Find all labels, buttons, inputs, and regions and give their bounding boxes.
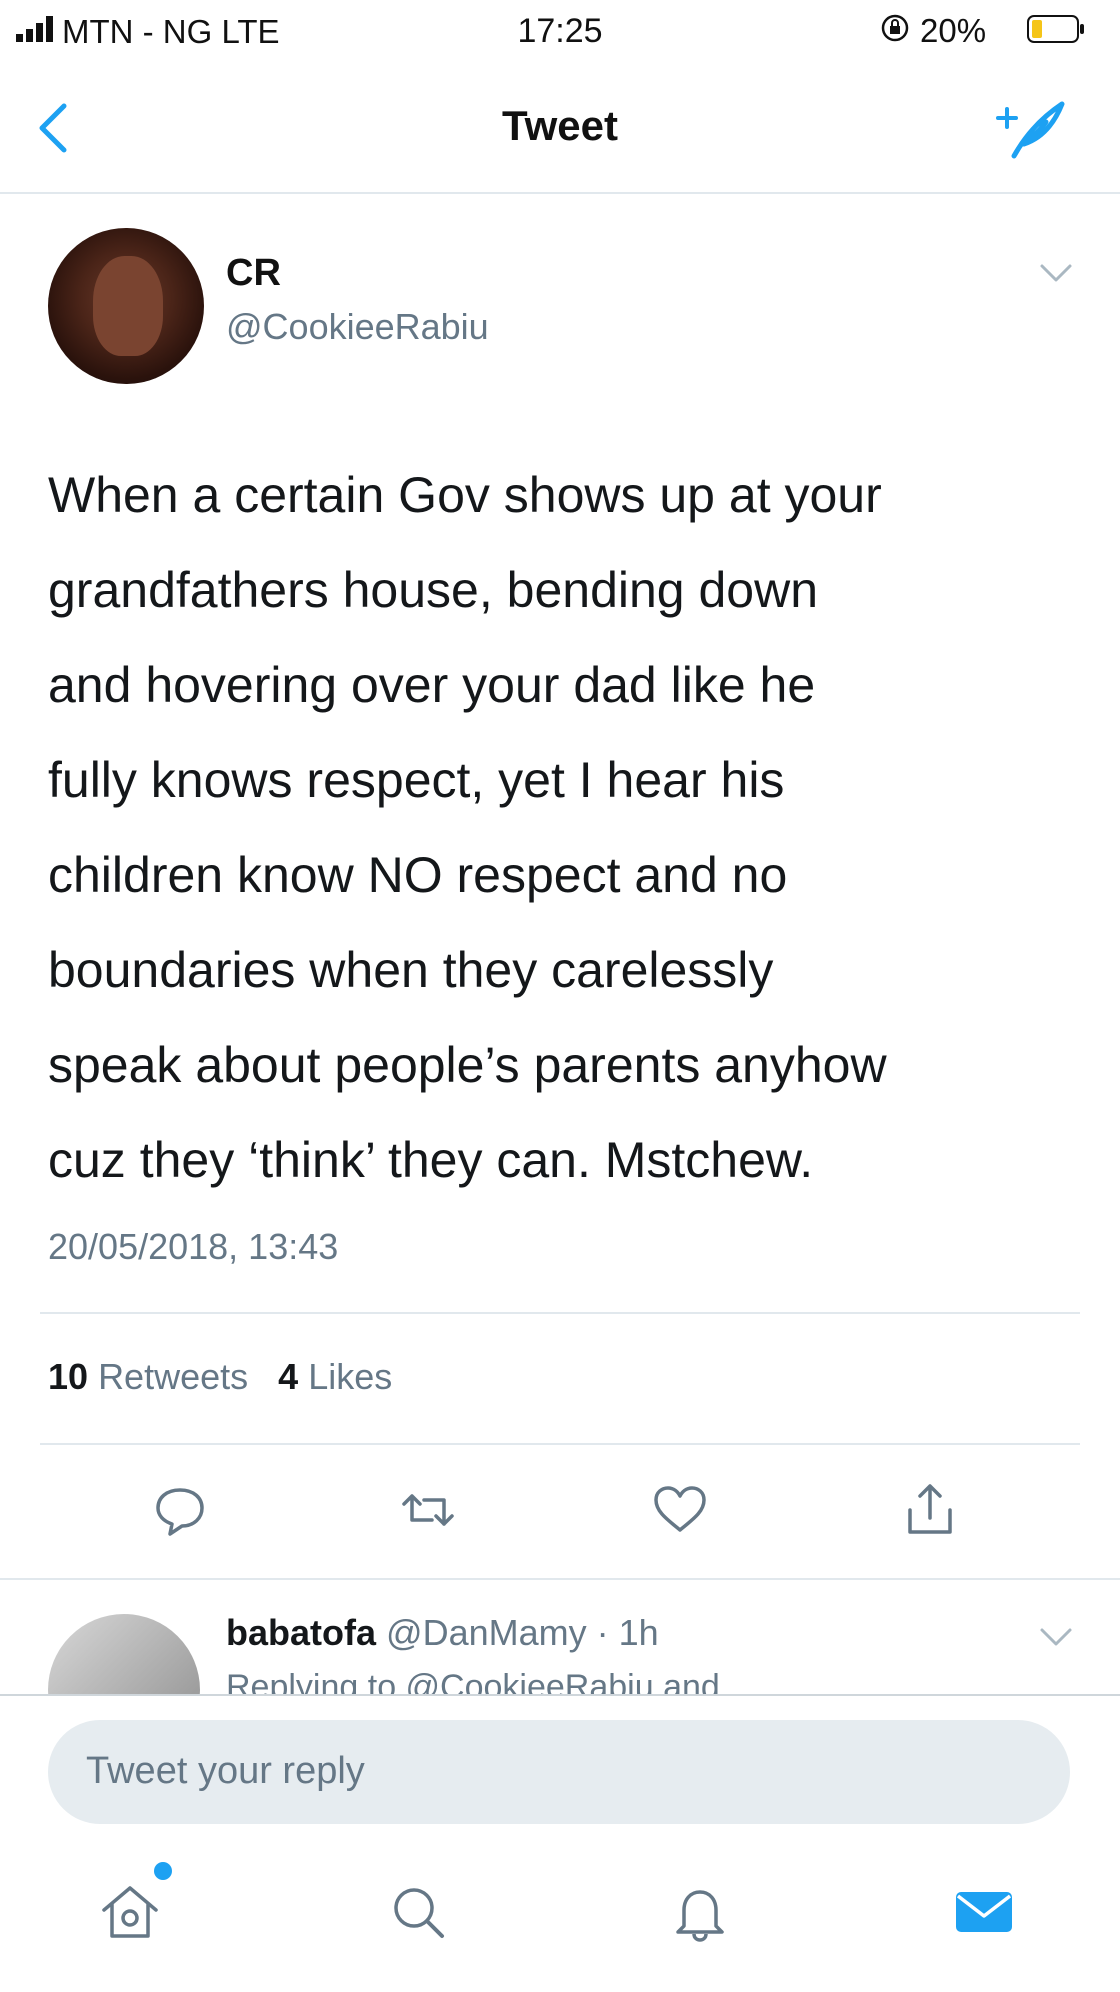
divider	[0, 1578, 1120, 1580]
like-icon[interactable]	[650, 1480, 710, 1540]
avatar[interactable]	[48, 228, 204, 384]
reply-author-name: babatofa	[226, 1612, 377, 1653]
battery-percent: 20%	[920, 12, 987, 49]
home-icon[interactable]	[98, 1880, 162, 1944]
tweet-line: and hovering over your dad like he	[48, 657, 816, 713]
tweet-line: boundaries when they carelessly	[48, 942, 774, 998]
rotation-lock-icon	[881, 14, 909, 42]
likes-label: Likes	[308, 1356, 393, 1397]
tweet-line: children know NO respect and no	[48, 847, 788, 903]
tweet-timestamp: 20/05/2018, 13:43	[48, 1226, 339, 1267]
author-name[interactable]: CR	[226, 252, 281, 295]
retweet-icon[interactable]	[398, 1480, 458, 1540]
share-icon[interactable]	[900, 1480, 960, 1540]
tweet-line: fully knows respect, yet I hear his	[48, 752, 785, 808]
search-icon[interactable]	[386, 1880, 450, 1944]
tweet-line: grandfathers house, bending down	[48, 562, 819, 618]
chevron-down-icon[interactable]	[1038, 262, 1074, 286]
bell-icon[interactable]	[668, 1880, 732, 1944]
reply-meta: @DanMamy · 1h	[386, 1612, 659, 1653]
author-handle[interactable]: @CookieeRabiu	[226, 306, 489, 348]
tweet-stats: 10 Retweets 4 Likes	[48, 1356, 392, 1398]
nav-bar: Tweet	[0, 64, 1120, 194]
divider	[40, 1443, 1080, 1445]
notification-dot	[154, 1862, 172, 1880]
page-title: Tweet	[502, 102, 618, 149]
reply-header[interactable]: babatofa @DanMamy · 1h	[226, 1612, 659, 1654]
divider	[40, 1312, 1080, 1314]
reply-icon[interactable]	[150, 1480, 210, 1540]
retweets-label: Retweets	[98, 1356, 249, 1397]
divider	[0, 1694, 1120, 1696]
retweets-count: 10	[48, 1356, 89, 1397]
chevron-down-icon[interactable]	[1038, 1626, 1074, 1650]
retweets-stat[interactable]: 10 Retweets	[48, 1356, 248, 1397]
reply-placeholder: Tweet your reply	[86, 1750, 365, 1792]
tweet-line: cuz they ‘think’ they can. Mstchew.	[48, 1132, 814, 1188]
tweet-line: When a certain Gov shows up at your	[48, 467, 882, 523]
messages-icon[interactable]	[952, 1880, 1016, 1944]
compose-tweet-icon[interactable]	[990, 94, 1070, 164]
status-bar: MTN - NG LTE 17:25 20%	[0, 0, 1120, 64]
likes-count: 4	[278, 1356, 299, 1397]
battery-icon	[1027, 15, 1084, 43]
reply-input[interactable]: Tweet your reply	[48, 1720, 1070, 1824]
likes-stat[interactable]: 4 Likes	[278, 1356, 392, 1397]
tweet-line: speak about people’s parents anyhow	[48, 1037, 887, 1093]
replying-to: Replying to @CookieeRabiu and	[226, 1668, 720, 1694]
tweet-text: When a certain Gov shows up at your gran…	[48, 448, 1088, 1208]
